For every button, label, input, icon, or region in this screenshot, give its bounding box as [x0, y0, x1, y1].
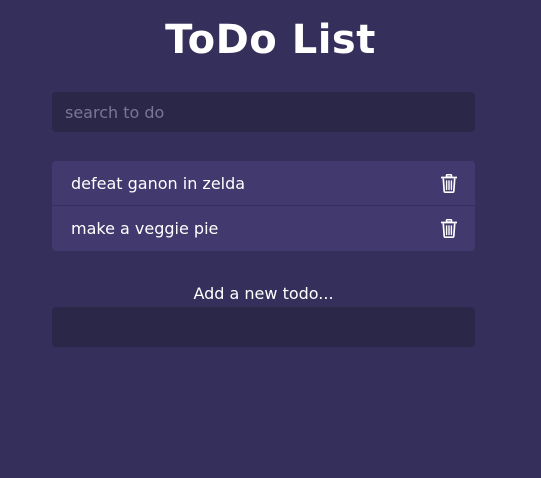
todo-list: defeat ganon in zelda make a veggie pie — [52, 161, 475, 251]
list-item: make a veggie pie — [52, 206, 475, 251]
page-title: ToDo List — [165, 17, 376, 63]
add-todo-label: Add a new todo... — [193, 284, 334, 303]
list-item: defeat ganon in zelda — [52, 161, 475, 206]
trash-icon[interactable] — [441, 174, 457, 193]
todo-app: ToDo List defeat ganon in zelda make a v… — [0, 0, 541, 478]
todo-text: defeat ganon in zelda — [71, 174, 246, 193]
add-todo-input[interactable] — [52, 307, 475, 347]
todo-text: make a veggie pie — [71, 219, 219, 238]
search-input[interactable] — [52, 92, 475, 132]
trash-icon[interactable] — [441, 219, 457, 238]
